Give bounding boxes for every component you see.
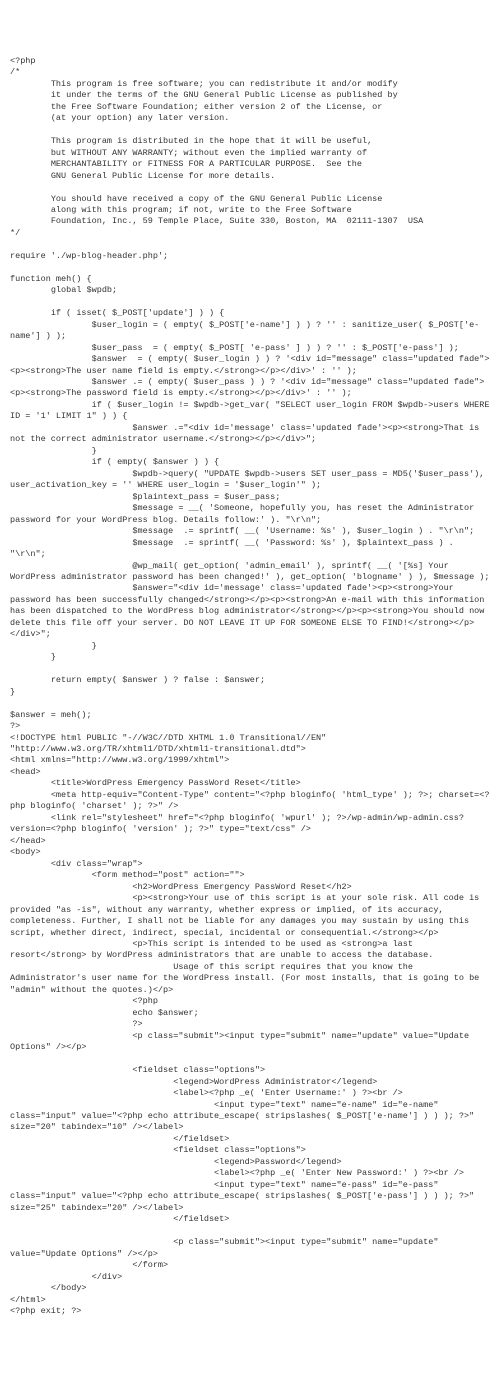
code-block: <?php /* This program is free software; … [10,56,494,1318]
